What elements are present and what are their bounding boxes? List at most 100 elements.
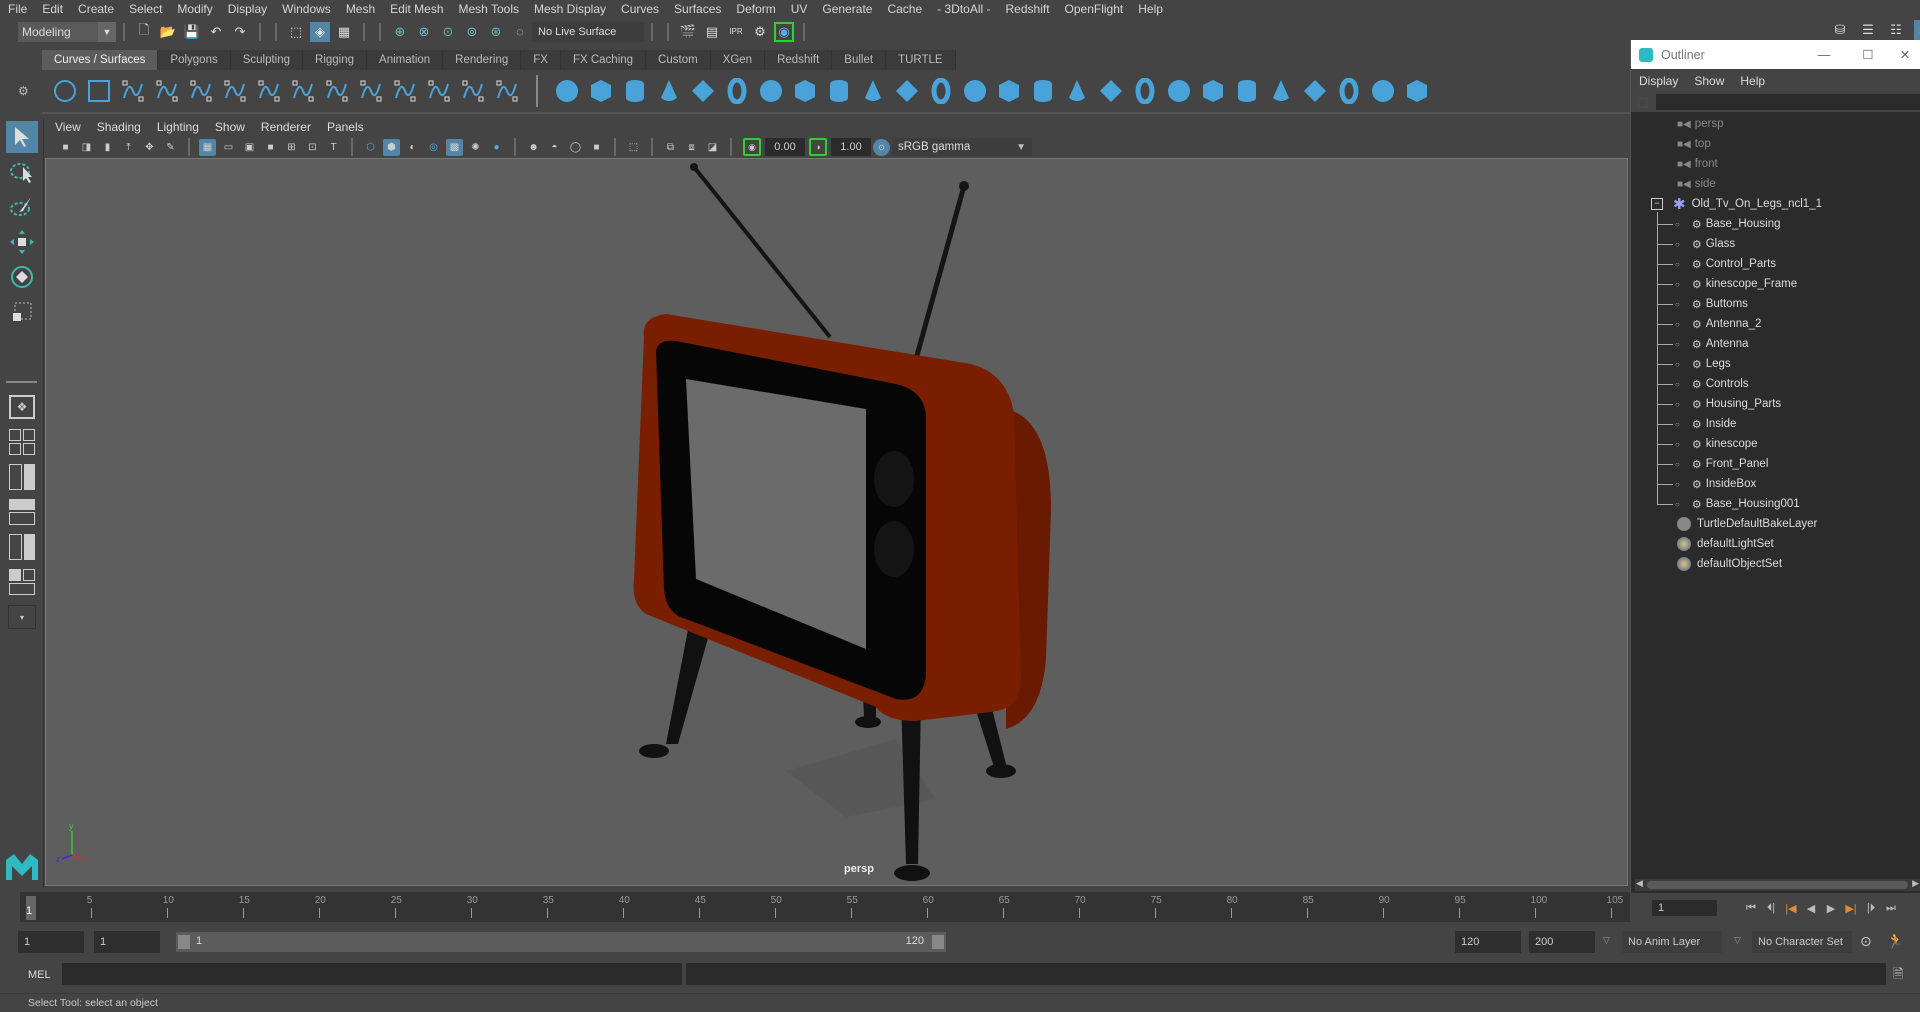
persp-graph-layout-icon[interactable] bbox=[6, 496, 38, 528]
collapse-icon[interactable]: − bbox=[1651, 198, 1663, 210]
nurbs-plane-icon[interactable] bbox=[688, 76, 718, 106]
select-camera-icon[interactable]: ■ bbox=[57, 139, 74, 156]
step-forward-key-icon[interactable]: ▶| bbox=[1841, 900, 1861, 916]
time-slider[interactable]: 1 5 10 15 20 25 30 35 40 45 50 55 60 65 70 75 80 85 90 95 10… bbox=[20, 892, 1774, 922]
menu-mesh[interactable]: Mesh bbox=[346, 2, 375, 16]
auto-key-icon[interactable]: ⊙ bbox=[1860, 933, 1872, 950]
outliner-item-mesh[interactable]: ○ ⚙ Front_Panel bbox=[1657, 454, 1768, 474]
shelf-tab-turtle[interactable]: TURTLE bbox=[886, 50, 956, 70]
snap-point-icon[interactable]: ⊙ bbox=[438, 22, 458, 42]
tool-settings-icon[interactable]: ☷ bbox=[1886, 20, 1906, 40]
nurbs-cube-icon[interactable] bbox=[586, 76, 616, 106]
nurbs-square-icon[interactable] bbox=[84, 76, 114, 106]
snap-surface-icon[interactable]: ◌ bbox=[510, 22, 530, 42]
chevron-down-icon[interactable]: ▽ bbox=[1603, 935, 1610, 946]
lasso-tool-icon[interactable] bbox=[6, 156, 38, 188]
menu-deform[interactable]: Deform bbox=[736, 2, 775, 16]
filter-icon[interactable]: ⬚ bbox=[1637, 95, 1648, 109]
use-all-lights-icon[interactable]: ✺ bbox=[467, 139, 484, 156]
outliner-menu-show[interactable]: Show bbox=[1694, 74, 1724, 88]
go-to-end-icon[interactable]: ⏭ bbox=[1881, 900, 1901, 916]
range-slider[interactable]: 1 120 bbox=[176, 932, 946, 952]
outliner-horizontal-scrollbar[interactable]: ◀ ▶ bbox=[1635, 878, 1920, 891]
outliner-item-mesh[interactable]: ○ ⚙ Base_Housing bbox=[1657, 214, 1781, 234]
menu-surfaces[interactable]: Surfaces bbox=[674, 2, 721, 16]
mel-label[interactable]: MEL bbox=[28, 969, 51, 981]
outliner-item-mesh[interactable]: ○ ⚙ Glass bbox=[1657, 234, 1735, 254]
outliner-item-camera[interactable]: ■◀ top bbox=[1677, 134, 1711, 154]
shelf-tab-polygons[interactable]: Polygons bbox=[158, 50, 231, 70]
live-surface-field[interactable]: No Live Surface bbox=[532, 21, 644, 42]
script-editor-icon[interactable]: 🗎 bbox=[1893, 965, 1903, 987]
hypershade-layout-icon[interactable] bbox=[6, 531, 38, 563]
modeling-toolkit-icon[interactable]: ⛁ bbox=[1830, 20, 1850, 40]
snap-curve-icon[interactable]: ⊗ bbox=[414, 22, 434, 42]
select-object-icon[interactable]: ◈ bbox=[310, 21, 330, 42]
smooth-icon[interactable] bbox=[1402, 76, 1432, 106]
outliner-item-mesh[interactable]: ○ ⚙ Base_Housing001 bbox=[1657, 494, 1800, 514]
current-frame-field[interactable]: 1 bbox=[1652, 900, 1717, 916]
outliner-item-camera[interactable]: ■◀ side bbox=[1677, 174, 1716, 194]
panel-menu-show[interactable]: Show bbox=[215, 120, 245, 134]
range-start-handle[interactable] bbox=[178, 935, 190, 949]
menu-help[interactable]: Help bbox=[1138, 2, 1163, 16]
project-curve-icon[interactable] bbox=[1028, 76, 1058, 106]
render-current-icon[interactable]: ▤ bbox=[702, 22, 722, 42]
maximize-icon[interactable]: ☐ bbox=[1846, 47, 1890, 62]
paint-select-tool-icon[interactable] bbox=[6, 191, 38, 223]
menu-curves[interactable]: Curves bbox=[621, 2, 659, 16]
shelf-tab-fx[interactable]: FX bbox=[521, 50, 561, 70]
anti-aliasing-icon[interactable]: ◯ bbox=[567, 139, 584, 156]
gamma-toggle-icon[interactable]: ◑ bbox=[809, 138, 827, 156]
textured-icon[interactable]: ▩ bbox=[446, 138, 463, 156]
boundary-icon[interactable] bbox=[960, 76, 990, 106]
channel-box-icon[interactable]: ≋ bbox=[1914, 20, 1920, 40]
playback-end-field[interactable]: 120 bbox=[1455, 931, 1521, 953]
outliner-item-mesh[interactable]: ○ ⚙ Control_Parts bbox=[1657, 254, 1776, 274]
render-settings-icon[interactable]: ⚙ bbox=[750, 22, 770, 42]
nurbs-cone-icon[interactable] bbox=[654, 76, 684, 106]
close-icon[interactable]: ✕ bbox=[1890, 47, 1920, 62]
loft-icon[interactable] bbox=[790, 76, 820, 106]
single-perspective-layout-icon[interactable]: ❖ bbox=[6, 391, 38, 423]
open-scene-icon[interactable]: 📂 bbox=[158, 22, 178, 42]
panel-menu-panels[interactable]: Panels bbox=[327, 120, 364, 134]
exposure-field[interactable]: 0.00 bbox=[765, 138, 805, 156]
attribute-editor-icon[interactable]: ☰ bbox=[1858, 20, 1878, 40]
gamma-field[interactable]: 1.00 bbox=[831, 138, 871, 156]
outliner-item-mesh[interactable]: ○ ⚙ InsideBox bbox=[1657, 474, 1756, 494]
outliner-item-mesh[interactable]: ○ ⚙ Controls bbox=[1657, 374, 1749, 394]
hypershade-icon[interactable]: ◉ bbox=[774, 21, 794, 42]
shelf-tab-fx-caching[interactable]: FX Caching bbox=[560, 50, 647, 70]
scroll-right-icon[interactable]: ▶ bbox=[1912, 878, 1919, 889]
menu-file[interactable]: File bbox=[8, 2, 27, 16]
exposure-toggle-icon[interactable]: ◉ bbox=[743, 138, 761, 156]
range-end-handle[interactable] bbox=[932, 935, 944, 949]
gate-mask-icon[interactable]: ■ bbox=[262, 139, 279, 156]
animation-preferences-icon[interactable]: 🏃 bbox=[1886, 932, 1905, 950]
depth-of-field-icon[interactable]: ■ bbox=[588, 139, 605, 156]
outliner-item-mesh[interactable]: ○ ⚙ Antenna bbox=[1657, 334, 1749, 354]
layout-expand-icon[interactable]: ▾ bbox=[6, 601, 38, 633]
nurbs-circle-icon[interactable] bbox=[50, 76, 80, 106]
outliner-search-input[interactable] bbox=[1656, 94, 1920, 110]
attach-curve-icon[interactable] bbox=[288, 76, 318, 106]
outliner-item-camera[interactable]: ■◀ persp bbox=[1677, 114, 1724, 134]
xray-joints-icon[interactable]: ◪ bbox=[704, 139, 721, 156]
align-icon[interactable] bbox=[1300, 76, 1330, 106]
menu-cache[interactable]: Cache bbox=[887, 2, 922, 16]
persp-outliner-layout-icon[interactable] bbox=[6, 461, 38, 493]
animation-start-field[interactable]: 1 bbox=[18, 931, 84, 953]
menu-modify[interactable]: Modify bbox=[177, 2, 212, 16]
shelf-tab-sculpting[interactable]: Sculpting bbox=[230, 50, 304, 70]
outliner-item-set[interactable]: TurtleDefaultBakeLayer bbox=[1677, 514, 1817, 534]
menu-display[interactable]: Display bbox=[228, 2, 267, 16]
rebuild-surface-icon[interactable] bbox=[1232, 76, 1262, 106]
play-forwards-icon[interactable]: ▶ bbox=[1821, 900, 1841, 916]
ep-curve-icon[interactable] bbox=[186, 76, 216, 106]
cv-curve-icon[interactable] bbox=[118, 76, 148, 106]
scrollbar-thumb[interactable] bbox=[1647, 881, 1908, 889]
outliner-menu-help[interactable]: Help bbox=[1740, 74, 1765, 88]
panel-menu-view[interactable]: View bbox=[55, 120, 81, 134]
view-transform-select[interactable]: sRGB gamma ▼ bbox=[892, 138, 1032, 156]
